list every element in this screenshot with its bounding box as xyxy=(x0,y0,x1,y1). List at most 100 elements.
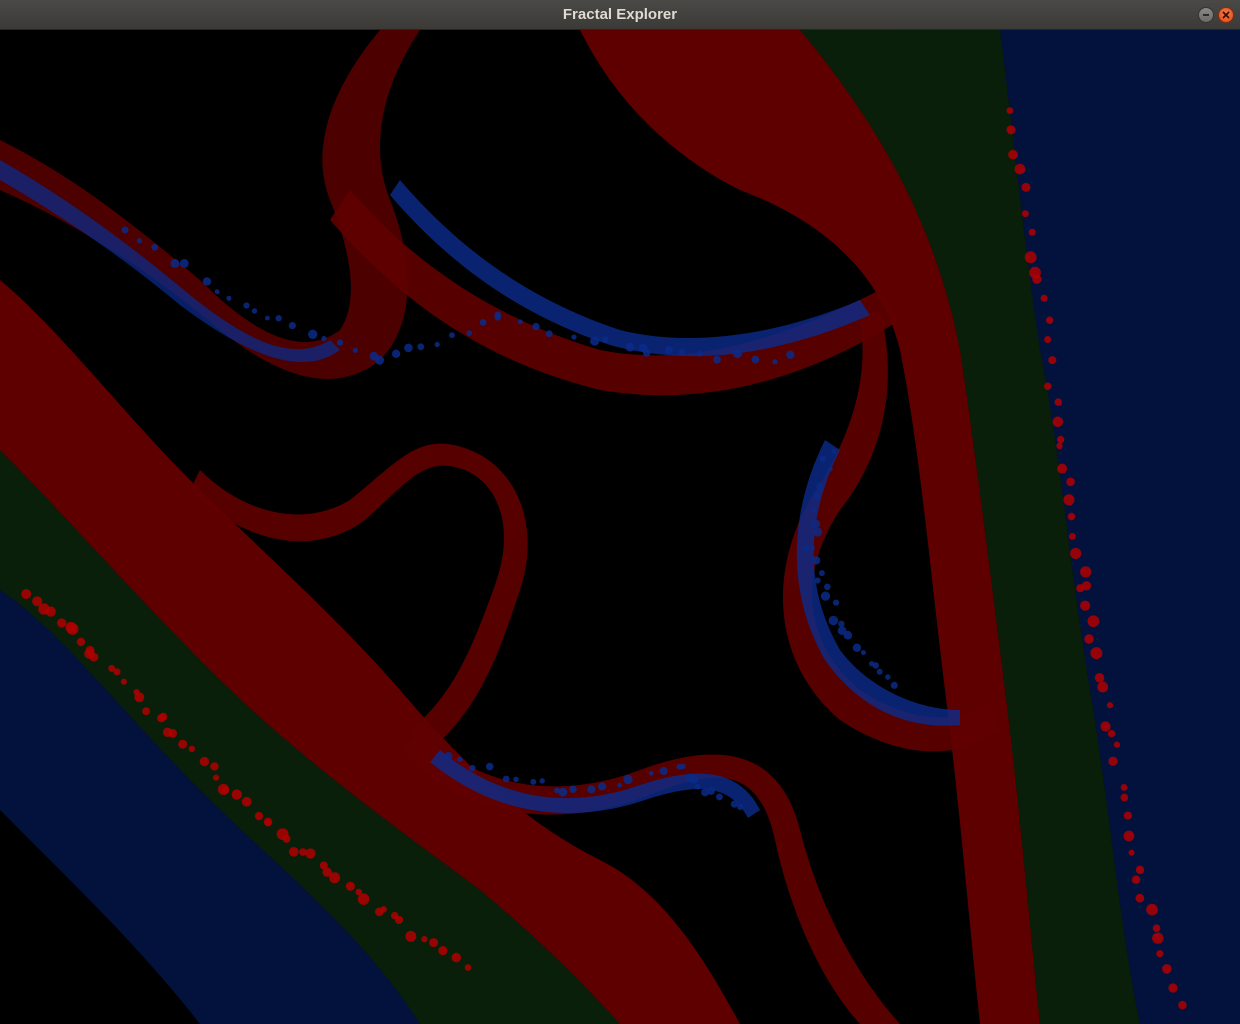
fractal-dot xyxy=(1067,512,1076,521)
fractal-dot xyxy=(1066,477,1075,487)
fractal-dot xyxy=(502,775,510,783)
fractal-dot xyxy=(1168,983,1178,993)
fractal-dot xyxy=(449,332,455,339)
fractal-dot xyxy=(513,776,519,783)
fractal-dot xyxy=(321,335,327,342)
window-title: Fractal Explorer xyxy=(562,6,678,23)
fractal-dot xyxy=(1045,316,1054,324)
fractal-dot xyxy=(813,491,821,500)
fractal-dot xyxy=(1068,533,1076,540)
fractal-dot xyxy=(1006,107,1014,114)
fractal-dot xyxy=(890,681,898,689)
fractal-dot xyxy=(451,952,462,963)
fractal-dot xyxy=(1120,793,1129,802)
fractal-dot xyxy=(134,692,145,703)
fractal-dot xyxy=(694,783,701,790)
fractal-dot xyxy=(828,615,839,626)
fractal-dot xyxy=(696,350,703,357)
fractal-dot xyxy=(811,556,821,565)
fractal-dot xyxy=(860,650,866,656)
fractal-dot xyxy=(485,762,494,771)
fractal-dot xyxy=(820,591,831,601)
fractal-dot xyxy=(1090,647,1103,660)
fractal-dot xyxy=(251,308,258,314)
fractal-dot xyxy=(872,662,879,669)
fractal-dot xyxy=(264,315,270,321)
fractal-dot xyxy=(336,339,344,346)
fractal-dot xyxy=(625,342,635,352)
fractal-dot xyxy=(814,577,821,584)
fractal-dot xyxy=(1108,756,1118,766)
fractal-dot xyxy=(802,544,810,552)
fractal-dot xyxy=(142,707,151,716)
fractal-dot xyxy=(1084,634,1094,644)
fractal-dot xyxy=(751,355,760,364)
minimize-button[interactable] xyxy=(1198,7,1214,23)
fractal-dot xyxy=(1014,163,1026,175)
fractal-dot xyxy=(598,782,607,791)
fractal-dot xyxy=(113,668,121,676)
fractal-dot xyxy=(199,756,210,767)
fractal-dot xyxy=(151,243,159,251)
fractal-dot xyxy=(678,348,686,356)
fractal-dot xyxy=(264,819,272,827)
fractal-dot xyxy=(816,482,824,491)
fractal-dot xyxy=(241,796,252,807)
fractal-dot xyxy=(57,618,67,628)
fractal-dot xyxy=(813,527,823,537)
fractal-dot xyxy=(1021,182,1031,192)
fractal-dot xyxy=(648,770,654,776)
fractal-dot xyxy=(170,258,180,268)
fractal-dot xyxy=(680,763,686,770)
fractal-dot xyxy=(659,766,668,775)
fractal-dot xyxy=(642,349,651,357)
fractal-dot xyxy=(275,315,282,322)
fractal-dot xyxy=(623,774,633,785)
fractal-dot xyxy=(243,302,250,309)
fractal-dot xyxy=(819,455,826,462)
fractal-dot xyxy=(168,728,178,738)
fractal-dot xyxy=(352,347,358,353)
fractal-dot xyxy=(1128,849,1135,856)
fractal-dot xyxy=(345,881,356,891)
fractal-dot xyxy=(1024,251,1037,264)
fractal-dot xyxy=(786,350,795,359)
fractal-dot xyxy=(89,652,99,662)
fractal-dot xyxy=(601,336,609,343)
title-bar[interactable]: Fractal Explorer xyxy=(0,0,1240,30)
fractal-dot xyxy=(417,343,425,351)
fractal-dot xyxy=(305,848,316,859)
fractal-dot xyxy=(464,964,472,971)
fractal-dot xyxy=(1080,600,1091,611)
fractal-dot xyxy=(1107,730,1116,738)
fractal-dot xyxy=(159,712,168,721)
fractal-dot xyxy=(838,620,845,628)
fractal-dot xyxy=(1146,903,1158,916)
fractal-dot xyxy=(1006,125,1016,135)
fractal-dot xyxy=(357,893,370,905)
fractal-dot xyxy=(120,678,127,685)
fractal-dot xyxy=(288,846,299,857)
fractal-dot xyxy=(1123,811,1132,820)
close-button[interactable] xyxy=(1218,7,1234,23)
fractal-dot xyxy=(21,589,32,599)
fractal-dot xyxy=(1152,932,1164,944)
fractal-dot xyxy=(188,745,196,753)
fractal-dot xyxy=(730,800,739,808)
fractal-dot xyxy=(517,319,523,325)
fractal-dot xyxy=(812,519,821,529)
fractal-dot xyxy=(1162,964,1172,974)
fractal-dot xyxy=(1100,721,1111,732)
fractal-dot xyxy=(1178,1000,1187,1010)
fractal-dot xyxy=(811,507,817,513)
fractal-dot xyxy=(329,872,341,884)
fractal-dot xyxy=(1032,274,1042,284)
fractal-dot xyxy=(76,637,86,647)
fractal-dot xyxy=(810,545,815,551)
fractal-canvas[interactable] xyxy=(0,30,1240,1024)
fractal-dot xyxy=(405,930,417,942)
fractal-dot xyxy=(530,778,537,785)
fractal-dot xyxy=(179,259,189,268)
fractal-dot xyxy=(212,774,220,781)
fractal-dot xyxy=(571,334,577,340)
